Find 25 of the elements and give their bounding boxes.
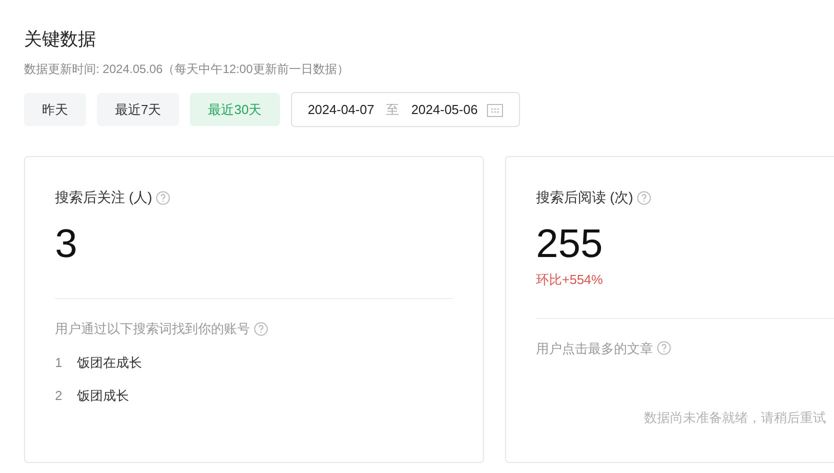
end-date: 2024-05-06 [411, 100, 478, 119]
help-icon[interactable] [637, 190, 652, 204]
start-date: 2024-04-07 [308, 100, 374, 119]
date-range-field[interactable]: 2024-04-07 至 2024-05-06 [290, 92, 520, 127]
section-label: 用户通过以下搜索词找到你的账号 [55, 320, 250, 338]
range-tab[interactable]: 最近7天 [97, 93, 180, 126]
metric-value: 3 [55, 221, 78, 268]
metric-label: 搜索后阅读 (次) [536, 188, 634, 207]
empty-message: 数据尚未准备就绪，请稍后重试 [644, 409, 826, 427]
help-icon[interactable] [254, 322, 268, 336]
rank-number: 2 [55, 387, 64, 405]
help-icon[interactable] [657, 341, 671, 356]
metric-value: 255 [536, 221, 604, 268]
keyword-text: 饭团成长 [77, 387, 129, 405]
keyword-text: 饭团在成长 [77, 354, 142, 372]
help-icon[interactable] [156, 190, 170, 204]
metric-label: 搜索后关注 (人) [55, 188, 152, 207]
range-separator: 至 [386, 100, 400, 119]
change-text: 环比+554% [536, 271, 604, 289]
rank-number: 1 [55, 354, 64, 372]
range-tab[interactable]: 昨天 [24, 93, 86, 126]
page-title: 关键数据 [24, 28, 97, 51]
section-label: 用户点击最多的文章 [536, 340, 653, 358]
calendar-icon[interactable] [486, 102, 503, 116]
update-note: 数据更新时间: 2024.05.06（每天中午12:00更新前一日数据） [24, 61, 350, 78]
